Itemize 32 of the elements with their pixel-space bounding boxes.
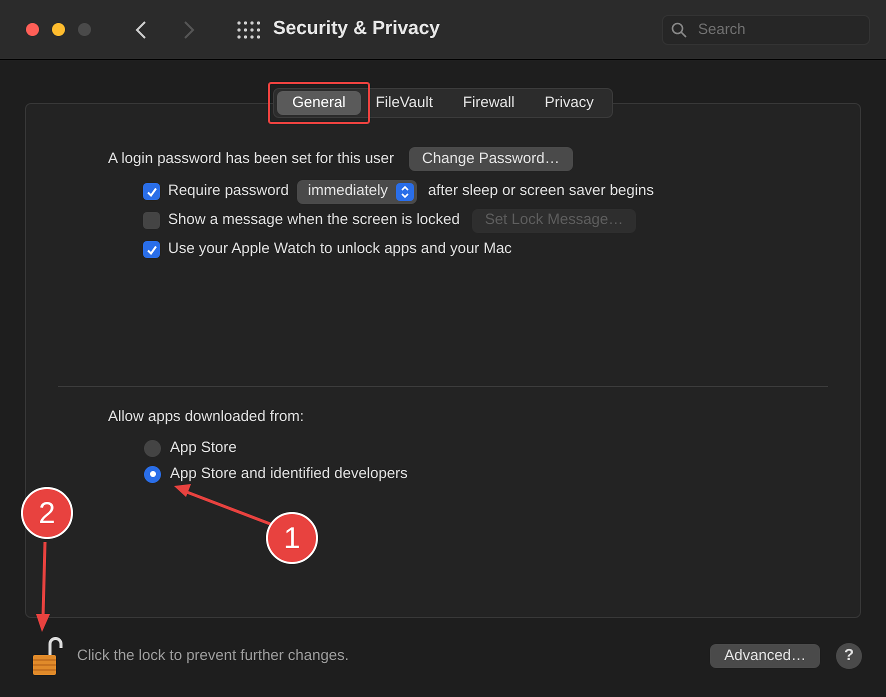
option-label: Use your Apple Watch to unlock apps and your Mac — [168, 239, 512, 260]
close-window-button[interactable] — [26, 23, 39, 36]
advanced-button[interactable]: Advanced… — [710, 644, 820, 668]
login-label: A login password has been set for this user — [108, 148, 394, 169]
radio-button[interactable] — [144, 466, 161, 482]
minimize-window-button[interactable] — [52, 23, 65, 36]
tab[interactable]: Firewall — [448, 91, 530, 116]
grid-icon[interactable] — [237, 20, 261, 38]
search-icon — [671, 22, 687, 38]
tab[interactable]: Privacy — [530, 91, 609, 116]
help-button[interactable]: ? — [836, 643, 862, 669]
checkbox[interactable] — [143, 183, 160, 200]
stepper-icon — [400, 184, 410, 198]
radio-label: App Store — [170, 438, 237, 458]
option-label: Require password — [168, 181, 289, 202]
check-icon — [146, 186, 158, 198]
change-password-button[interactable]: Change Password… — [409, 147, 573, 171]
radio-button[interactable] — [144, 440, 161, 456]
allow-apps-label: Allow apps downloaded from: — [108, 407, 305, 427]
radio-label: App Store and identified developers — [170, 464, 408, 484]
check-icon — [146, 244, 158, 256]
search-field[interactable]: Search — [662, 14, 870, 44]
delay-popup[interactable]: immediately — [296, 180, 417, 204]
option-label: Show a message when the screen is locked — [168, 210, 460, 230]
checkbox[interactable] — [143, 241, 160, 258]
window-title: Security & Privacy — [273, 17, 440, 42]
option-label: after sleep or screen saver begins — [428, 181, 654, 202]
tab[interactable]: General — [277, 91, 361, 116]
tab[interactable]: FileVault — [360, 91, 448, 116]
lock-status-text: Click the lock to prevent further changes. — [77, 646, 349, 666]
back-icon[interactable] — [135, 20, 147, 40]
open-padlock-icon[interactable] — [30, 636, 63, 676]
